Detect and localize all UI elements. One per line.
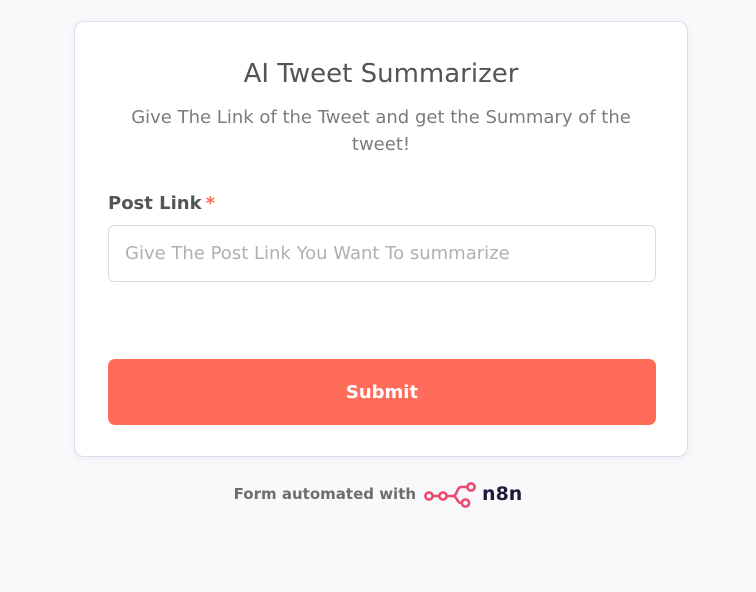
footer: Form automated with n8n: [0, 479, 756, 509]
post-link-label: Post Link *: [108, 192, 215, 216]
n8n-logo-icon: [424, 482, 476, 508]
form-title: AI Tweet Summarizer: [243, 59, 519, 89]
n8n-brand-link[interactable]: n8n: [424, 480, 522, 508]
form-card: AI Tweet Summarizer Give The Link of the…: [74, 21, 688, 457]
required-marker: *: [205, 193, 215, 214]
post-link-input[interactable]: [108, 225, 656, 282]
form-page: AI Tweet Summarizer Give The Link of the…: [0, 0, 756, 592]
post-link-label-text: Post Link: [108, 193, 202, 214]
footer-text: Form automated with: [233, 485, 417, 503]
submit-button[interactable]: Submit: [108, 359, 656, 425]
form-subtitle: Give The Link of the Tweet and get the S…: [131, 107, 631, 155]
brand-name: n8n: [482, 483, 523, 505]
